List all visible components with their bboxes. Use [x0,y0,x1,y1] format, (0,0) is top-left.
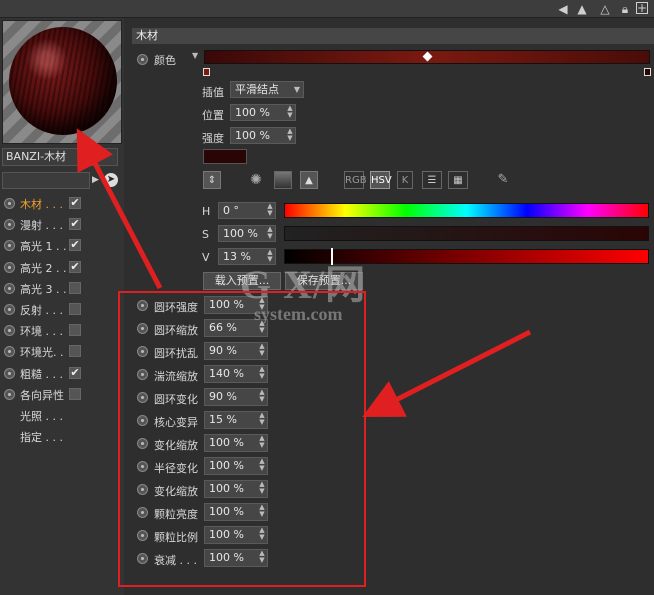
annotation-arrows [76,128,532,418]
arrow-to-params [362,329,532,418]
arrow-to-preview [76,128,163,290]
